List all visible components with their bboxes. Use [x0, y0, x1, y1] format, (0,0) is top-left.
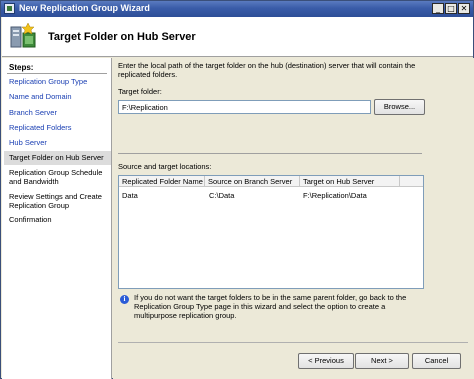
previous-button[interactable]: < Previous [298, 353, 354, 369]
table-cell-target: F:\Replication\Data [303, 191, 367, 200]
wizard-window: New Replication Group Wizard _ □ ✕ Targe… [0, 0, 474, 379]
cancel-button[interactable]: Cancel [412, 353, 461, 369]
instructions-text: Enter the local path of the target folde… [118, 61, 416, 79]
step-replicated-folders[interactable]: Replicated Folders [9, 123, 109, 132]
step-target-folder-current: Target Folder on Hub Server [4, 151, 111, 165]
step-review-settings: Review Settings and Create Replication G… [9, 192, 102, 210]
window-title: New Replication Group Wizard [19, 3, 150, 13]
wizard-content: Enter the local path of the target folde… [113, 58, 474, 379]
column-header-target[interactable]: Target on Hub Server [300, 176, 400, 187]
locations-label: Source and target locations: [118, 162, 212, 171]
step-confirmation: Confirmation [9, 215, 52, 224]
step-replication-group-type[interactable]: Replication Group Type [9, 77, 109, 86]
info-icon: i [120, 295, 129, 304]
target-folder-input[interactable] [118, 100, 371, 114]
steps-divider [7, 73, 107, 74]
step-name-and-domain[interactable]: Name and Domain [9, 92, 109, 101]
column-header-folder-name[interactable]: Replicated Folder Name [119, 176, 205, 187]
app-icon [4, 3, 15, 14]
target-folder-label: Target folder: [118, 87, 162, 96]
maximize-button[interactable]: □ [445, 3, 457, 14]
info-text: If you do not want the target folders to… [134, 293, 407, 320]
steps-heading: Steps: [9, 63, 34, 72]
replication-folder-icon [10, 22, 36, 48]
title-bar[interactable]: New Replication Group Wizard _ □ ✕ [1, 1, 473, 17]
step-branch-server[interactable]: Branch Server [9, 108, 109, 117]
next-button[interactable]: Next > [355, 353, 409, 369]
locations-table[interactable]: Replicated Folder Name Source on Branch … [118, 175, 424, 289]
table-cell-source: C:\Data [209, 191, 235, 200]
wizard-header: Target Folder on Hub Server [2, 17, 473, 57]
steps-sidebar: Steps: Replication Group Type Name and D… [2, 58, 112, 379]
close-button[interactable]: ✕ [458, 3, 470, 14]
step-hub-server[interactable]: Hub Server [9, 138, 109, 147]
section-divider [118, 153, 422, 154]
table-cell-folder-name: Data [122, 191, 138, 200]
step-schedule-and-bandwidth: Replication Group Schedule and Bandwidth [9, 168, 103, 186]
minimize-button[interactable]: _ [432, 3, 444, 14]
column-header-source[interactable]: Source on Branch Server [205, 176, 300, 187]
table-header: Replicated Folder Name Source on Branch … [119, 176, 423, 187]
page-title: Target Folder on Hub Server [48, 31, 196, 43]
info-panel: i If you do not want the target folders … [118, 291, 424, 321]
browse-button[interactable]: Browse... [374, 99, 425, 115]
footer-divider [118, 342, 468, 343]
